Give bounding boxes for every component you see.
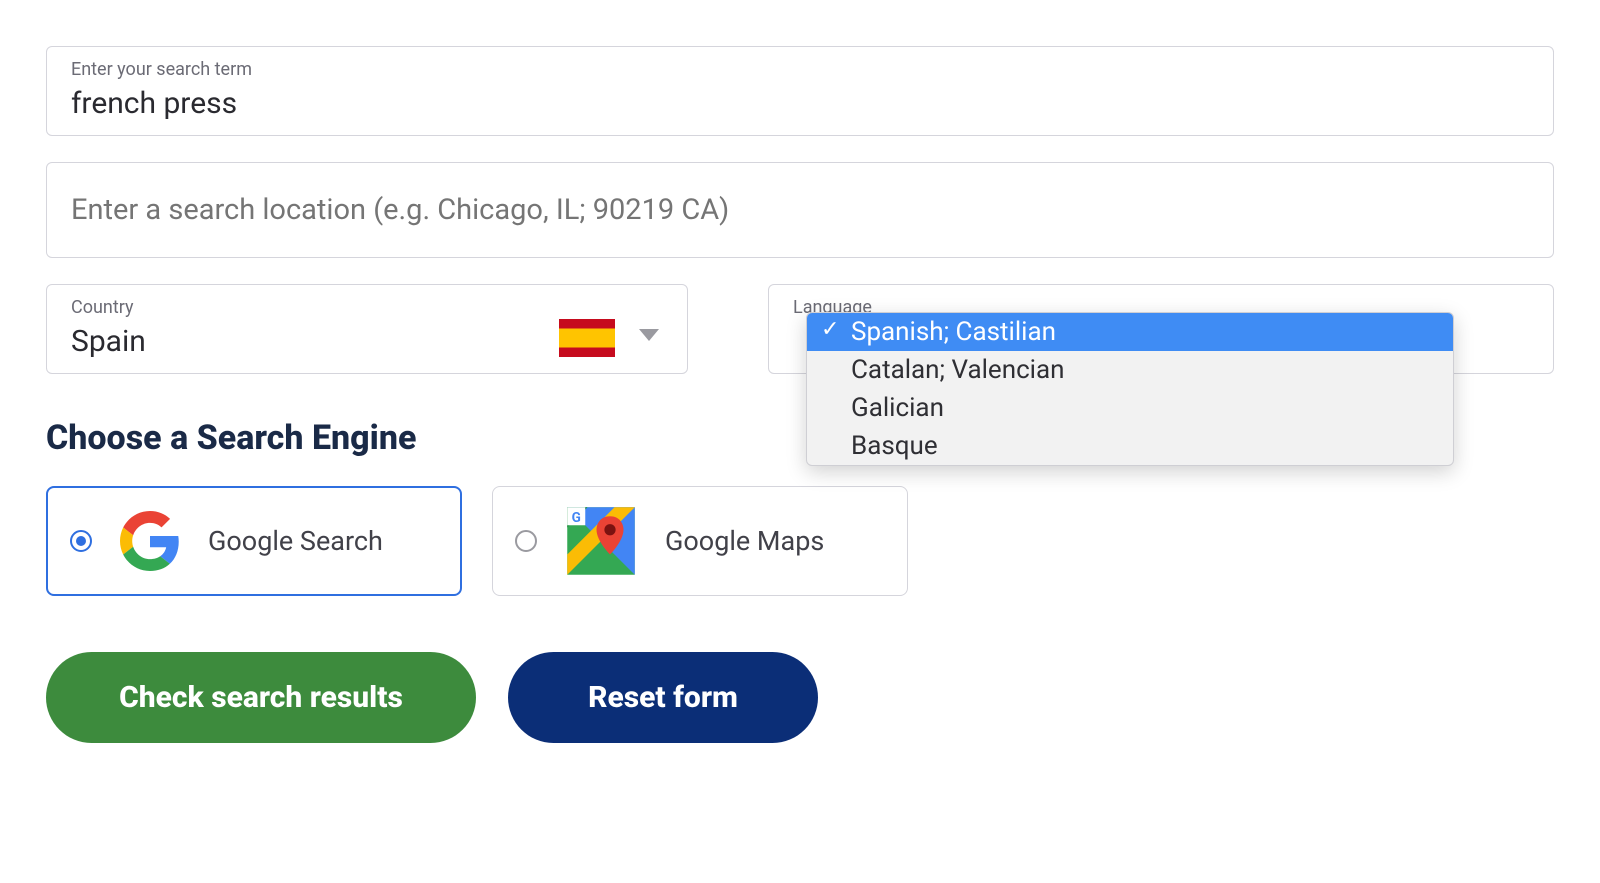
language-option[interactable]: Spanish; Castilian bbox=[807, 313, 1453, 351]
country-label: Country bbox=[71, 297, 663, 318]
search-term-input[interactable] bbox=[71, 86, 1529, 121]
country-select[interactable]: Country Spain bbox=[46, 284, 688, 374]
reset-form-button[interactable]: Reset form bbox=[508, 652, 818, 743]
location-field[interactable] bbox=[46, 162, 1554, 258]
radio-google-search[interactable] bbox=[70, 530, 92, 552]
location-input[interactable] bbox=[71, 193, 1529, 227]
google-maps-icon: G bbox=[565, 505, 637, 577]
search-term-field[interactable]: Enter your search term bbox=[46, 46, 1554, 136]
language-dropdown[interactable]: Spanish; Castilian Catalan; Valencian Ga… bbox=[806, 312, 1454, 466]
spain-flag-icon bbox=[559, 319, 615, 357]
language-option[interactable]: Catalan; Valencian bbox=[807, 351, 1453, 389]
google-logo-icon bbox=[120, 511, 180, 571]
svg-text:G: G bbox=[572, 510, 581, 526]
engine-option-google-search[interactable]: Google Search bbox=[46, 486, 462, 596]
search-term-label: Enter your search term bbox=[71, 59, 1529, 80]
language-option[interactable]: Basque bbox=[807, 427, 1453, 465]
language-option[interactable]: Galician bbox=[807, 389, 1453, 427]
engine-option-google-maps[interactable]: G Google Maps bbox=[492, 486, 908, 596]
check-results-button[interactable]: Check search results bbox=[46, 652, 476, 743]
engine-label: Google Maps bbox=[665, 525, 824, 557]
chevron-down-icon bbox=[639, 329, 659, 341]
engine-label: Google Search bbox=[208, 525, 383, 557]
radio-google-maps[interactable] bbox=[515, 530, 537, 552]
